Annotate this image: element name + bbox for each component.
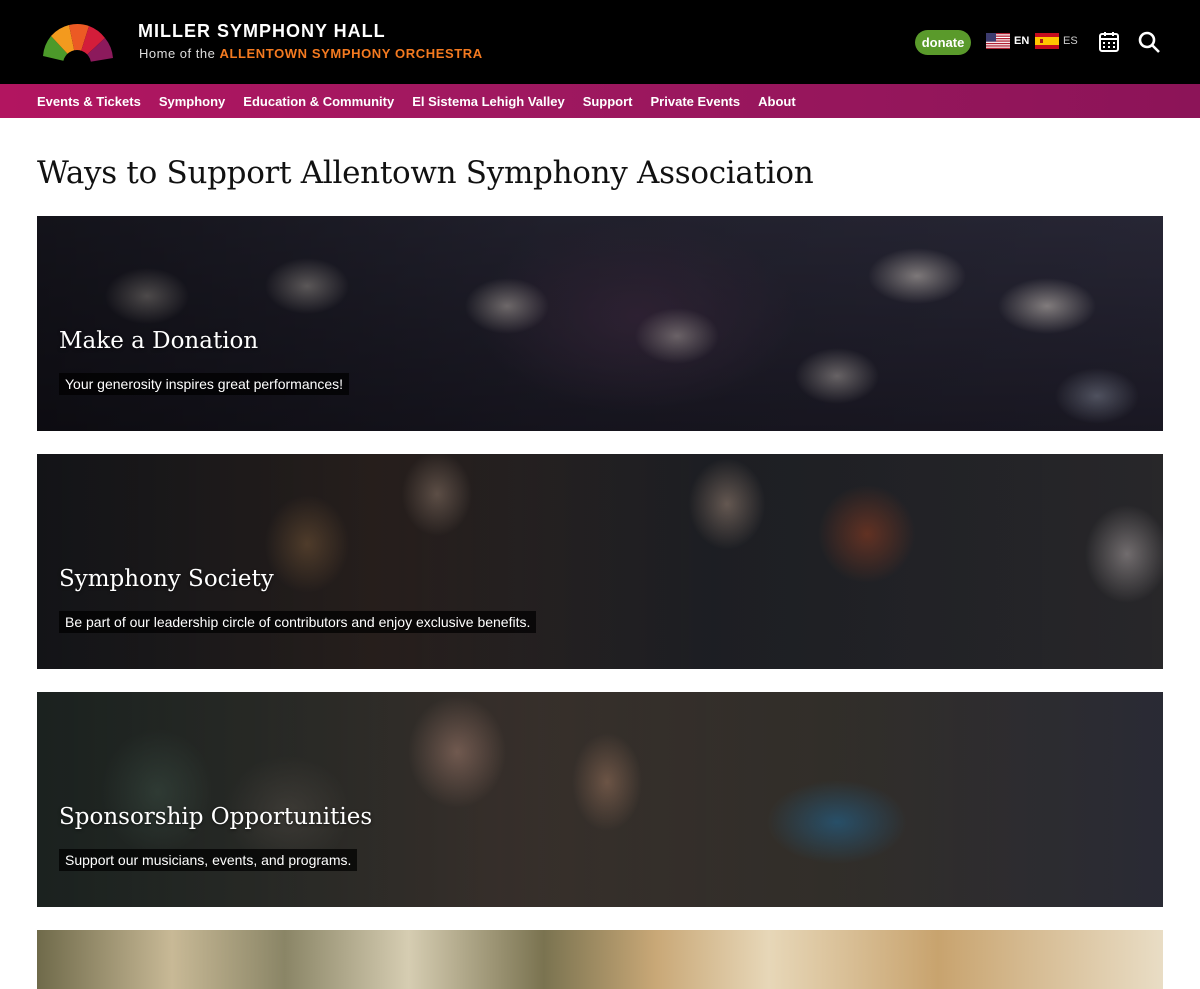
card-overlay bbox=[37, 692, 1163, 907]
card-title: Symphony Society bbox=[59, 566, 274, 592]
us-flag-icon bbox=[986, 33, 1010, 49]
page-title: Ways to Support Allentown Symphony Assoc… bbox=[37, 155, 814, 191]
subtitle-prefix: Home of the bbox=[139, 46, 216, 61]
language-es-label: ES bbox=[1063, 35, 1078, 47]
venue-photo bbox=[37, 930, 1163, 989]
symphony-society-card[interactable]: Symphony Society Be part of our leadersh… bbox=[37, 454, 1163, 669]
private-events-card[interactable] bbox=[37, 930, 1163, 989]
subtitle-highlight: ALLENTOWN SYMPHONY ORCHESTRA bbox=[219, 46, 483, 61]
card-overlay bbox=[37, 454, 1163, 669]
language-en[interactable]: EN bbox=[986, 33, 1029, 49]
nav-item-support[interactable]: Support bbox=[583, 94, 633, 109]
nav-item-el-sistema[interactable]: El Sistema Lehigh Valley bbox=[412, 94, 564, 109]
language-en-label: EN bbox=[1014, 35, 1030, 47]
card-title: Sponsorship Opportunities bbox=[59, 804, 373, 830]
nav-item-about[interactable]: About bbox=[758, 94, 796, 109]
language-es[interactable]: ES bbox=[1035, 33, 1078, 49]
card-description: Be part of our leadership circle of cont… bbox=[59, 611, 537, 633]
nav-item-private-events[interactable]: Private Events bbox=[651, 94, 741, 109]
site-title[interactable]: MILLER SYMPHONY HALL bbox=[138, 21, 386, 42]
donation-card[interactable]: Make a Donation Your generosity inspires… bbox=[37, 216, 1163, 431]
search-icon[interactable] bbox=[1137, 30, 1161, 54]
card-description: Support our musicians, events, and progr… bbox=[59, 849, 358, 871]
sponsorship-card[interactable]: Sponsorship Opportunities Support our mu… bbox=[37, 692, 1163, 907]
card-description: Your generosity inspires great performan… bbox=[59, 373, 350, 395]
card-title: Make a Donation bbox=[59, 328, 259, 354]
main-nav: Events & Tickets Symphony Education & Co… bbox=[0, 84, 1200, 118]
nav-item-events-tickets[interactable]: Events & Tickets bbox=[37, 94, 141, 109]
site-header: MILLER SYMPHONY HALL Home of the ALLENTO… bbox=[0, 0, 1200, 84]
calendar-icon[interactable] bbox=[1097, 30, 1121, 54]
nav-item-symphony[interactable]: Symphony bbox=[159, 94, 225, 109]
donate-button[interactable]: donate bbox=[915, 30, 971, 55]
site-subtitle: Home of the ALLENTOWN SYMPHONY ORCHESTRA bbox=[139, 46, 483, 61]
spain-flag-icon bbox=[1035, 33, 1059, 49]
card-overlay bbox=[37, 216, 1163, 431]
hall-logo-icon[interactable] bbox=[37, 20, 117, 64]
nav-item-education-community[interactable]: Education & Community bbox=[243, 94, 394, 109]
